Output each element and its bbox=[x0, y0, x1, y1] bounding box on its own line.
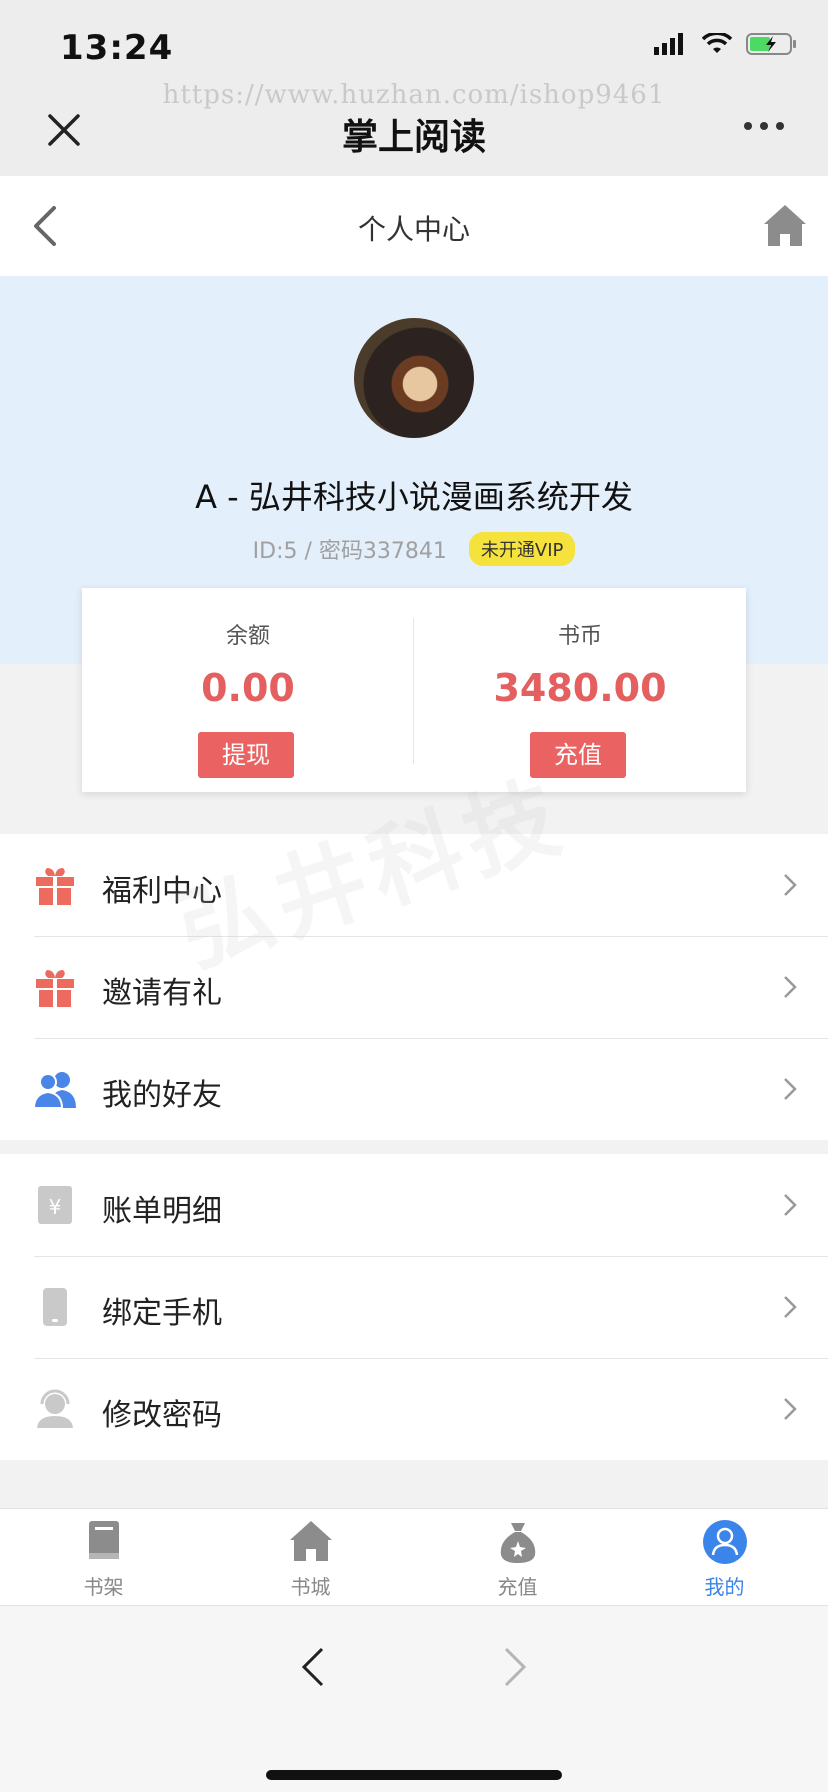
cellular-signal-icon bbox=[654, 33, 683, 55]
menu-item-welfare-center[interactable]: 福利中心 bbox=[0, 834, 828, 936]
chevron-right-icon bbox=[784, 874, 797, 896]
menu-item-bind-phone[interactable]: 绑定手机 bbox=[0, 1256, 828, 1358]
wifi-icon bbox=[702, 33, 732, 53]
support-icon bbox=[37, 1389, 73, 1428]
id-line: ID:5 / 密码337841 未开通VIP bbox=[0, 532, 828, 566]
tab-label: 我的 bbox=[704, 1575, 745, 1599]
tab-store[interactable]: 书城 bbox=[207, 1509, 414, 1605]
coins-label: 书币 bbox=[557, 624, 602, 649]
phone-icon bbox=[43, 1288, 67, 1326]
chevron-right-icon bbox=[784, 1398, 797, 1420]
menu-label: 绑定手机 bbox=[102, 1296, 222, 1331]
chevron-right-icon bbox=[784, 1296, 797, 1318]
menu-item-invite[interactable]: 邀请有礼 bbox=[0, 936, 828, 1038]
store-icon bbox=[289, 1521, 332, 1561]
menu-item-friends[interactable]: 我的好友 bbox=[0, 1038, 828, 1140]
browser-nav-bar bbox=[0, 1606, 828, 1792]
coins-section: 书币 3480.00 充值 bbox=[414, 588, 746, 792]
home-indicator[interactable] bbox=[266, 1770, 562, 1780]
page-header: 个人中心 bbox=[0, 176, 828, 276]
url-watermark: https://www.huzhan.com/ishop9461 bbox=[162, 80, 666, 110]
username: A - 弘井科技小说漫画系统开发 bbox=[195, 478, 633, 516]
menu-label: 邀请有礼 bbox=[102, 976, 222, 1011]
recharge-button[interactable]: 充值 bbox=[530, 732, 626, 778]
status-time: 13:24 bbox=[60, 28, 174, 68]
friends-icon bbox=[34, 1072, 76, 1109]
browser-forward-icon[interactable] bbox=[502, 1646, 528, 1688]
money-bag-icon bbox=[500, 1523, 535, 1563]
vip-status-badge[interactable]: 未开通VIP bbox=[468, 532, 576, 566]
menu-group-rewards: 福利中心 邀请有礼 我的好友 bbox=[0, 834, 828, 1140]
tab-label: 充值 bbox=[497, 1575, 538, 1599]
balance-value: 0.00 bbox=[201, 666, 295, 710]
bottom-tab-bar: 书架 书城 充值 我的 bbox=[0, 1508, 828, 1606]
tab-mine[interactable]: 我的 bbox=[621, 1509, 828, 1605]
menu-item-change-password[interactable]: 修改密码 bbox=[0, 1358, 828, 1460]
menu-label: 福利中心 bbox=[102, 874, 222, 909]
browser-back-icon[interactable] bbox=[300, 1646, 326, 1688]
tab-recharge[interactable]: 充值 bbox=[414, 1509, 621, 1605]
user-id-text: ID:5 / 密码337841 bbox=[252, 539, 447, 564]
menu-label: 修改密码 bbox=[102, 1398, 222, 1433]
battery-icon bbox=[746, 33, 796, 55]
withdraw-button[interactable]: 提现 bbox=[198, 732, 294, 778]
tab-label: 书城 bbox=[290, 1575, 331, 1599]
user-icon bbox=[702, 1520, 747, 1564]
home-icon[interactable] bbox=[762, 202, 808, 248]
avatar[interactable] bbox=[354, 318, 474, 438]
svg-text:¥: ¥ bbox=[49, 1195, 62, 1219]
chevron-right-icon bbox=[784, 1078, 797, 1100]
menu-group-account: ¥ 账单明细 绑定手机 修改密码 bbox=[0, 1154, 828, 1460]
menu-label: 账单明细 bbox=[102, 1194, 222, 1229]
chevron-right-icon bbox=[784, 1194, 797, 1216]
bookshelf-icon bbox=[88, 1521, 119, 1559]
gift-icon bbox=[36, 868, 74, 905]
status-icons bbox=[654, 32, 798, 56]
menu-label: 我的好友 bbox=[102, 1078, 222, 1113]
wallet-card: 余额 0.00 提现 书币 3480.00 充值 bbox=[82, 588, 746, 792]
tab-label: 书架 bbox=[83, 1575, 124, 1599]
coins-value: 3480.00 bbox=[493, 666, 667, 710]
more-icon[interactable] bbox=[744, 122, 784, 130]
chevron-right-icon bbox=[784, 976, 797, 998]
balance-label: 余额 bbox=[225, 624, 270, 649]
page-title: 个人中心 bbox=[357, 213, 470, 246]
gift-icon bbox=[36, 970, 74, 1007]
bill-icon: ¥ bbox=[38, 1186, 72, 1224]
top-bar: 13:24 https://www.huzhan.com/ishop9461 掌… bbox=[0, 0, 828, 176]
balance-section: 余额 0.00 提现 bbox=[82, 588, 414, 792]
tab-bookshelf[interactable]: 书架 bbox=[0, 1509, 207, 1605]
menu-item-bill-details[interactable]: ¥ 账单明细 bbox=[0, 1154, 828, 1256]
webview-title: 掌上阅读 bbox=[341, 117, 486, 158]
